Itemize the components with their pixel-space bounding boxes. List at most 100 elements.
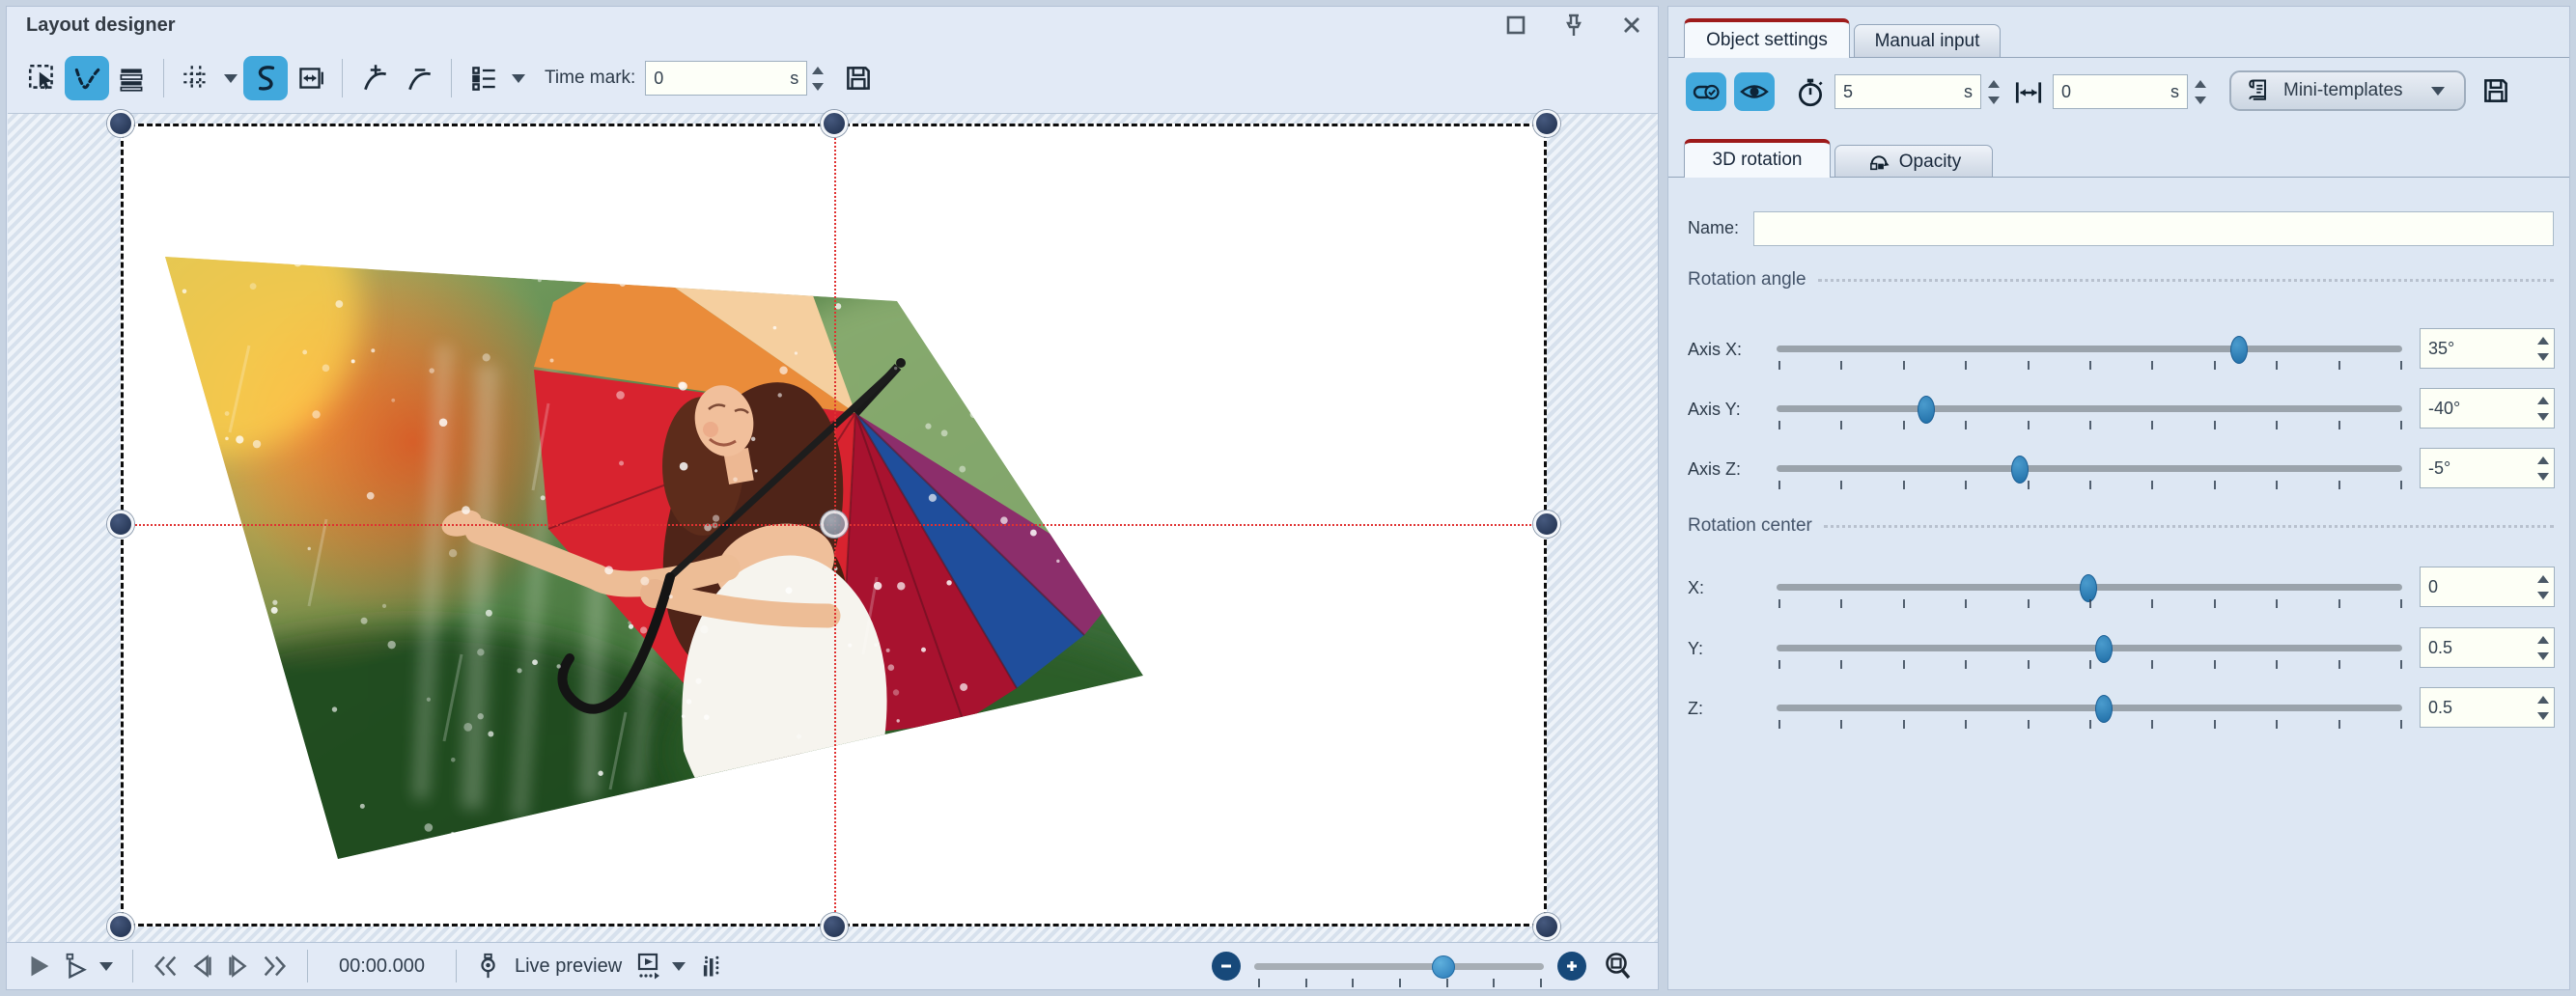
timecode-display: 00:00.000 (339, 955, 425, 978)
handle-top-left[interactable] (107, 110, 134, 137)
next-frame-icon (224, 952, 253, 981)
center-y-thumb[interactable] (2095, 635, 2113, 663)
go-to-start-button[interactable] (147, 948, 183, 984)
layers-button[interactable] (109, 56, 154, 100)
axis-y-spinner[interactable] (2533, 397, 2554, 421)
center-x-thumb[interactable] (2080, 574, 2097, 602)
preview-window-button[interactable] (630, 948, 666, 984)
stats-button[interactable] (691, 948, 728, 984)
visibility-button[interactable] (1734, 72, 1775, 111)
points-list-caret[interactable] (512, 74, 525, 83)
center-x-spinner[interactable] (2533, 575, 2554, 599)
canvas-zoom-slider[interactable] (1254, 963, 1544, 970)
save-layout-button[interactable] (836, 56, 881, 100)
handle-middle-right[interactable] (1533, 511, 1560, 538)
handle-middle-left[interactable] (107, 511, 134, 538)
axis-z-value-box[interactable]: -5° (2420, 448, 2555, 488)
frame-move-button[interactable] (288, 56, 332, 100)
handle-bottom-right[interactable] (1533, 913, 1560, 940)
grid-button[interactable] (174, 56, 218, 100)
axis-y-thumb[interactable] (1918, 396, 1935, 424)
live-preview-pin-button[interactable] (470, 948, 507, 984)
axis-x-thumb[interactable] (2230, 336, 2248, 364)
tab-manual-input[interactable]: Manual input (1854, 24, 2001, 58)
handle-top-right[interactable] (1533, 110, 1560, 137)
zoom-fit-button[interactable] (1600, 948, 1637, 984)
center-y-value-box[interactable]: 0.5 (2420, 627, 2555, 668)
previous-frame-button[interactable] (183, 948, 220, 984)
center-x-slider[interactable] (1777, 584, 2402, 591)
zoom-in-button[interactable] (1557, 952, 1586, 981)
handle-center[interactable] (821, 511, 848, 538)
maximize-button[interactable] (1503, 13, 1528, 38)
mini-templates-label: Mini-templates (2283, 80, 2403, 101)
offset-width-button[interactable] (2010, 74, 2047, 111)
remove-point-button[interactable] (397, 56, 441, 100)
center-z-value-box[interactable]: 0.5 (2420, 687, 2555, 728)
add-point-button[interactable] (352, 56, 397, 100)
axis-z-thumb[interactable] (2011, 456, 2029, 484)
name-input[interactable] (1753, 211, 2554, 246)
save-icon (2479, 74, 2512, 107)
edit-curve-button[interactable] (65, 56, 109, 100)
play-from-marker-button[interactable] (57, 948, 94, 984)
tab-opacity[interactable]: Opacity (1834, 145, 1993, 178)
tab-3d-rotation[interactable]: 3D rotation (1684, 139, 1831, 178)
points-list-button[interactable] (462, 56, 506, 100)
close-button[interactable] (1619, 13, 1644, 38)
tab-3d-rotation-label: 3D rotation (1713, 150, 1803, 171)
center-z-thumb[interactable] (2095, 695, 2113, 723)
axis-z-slider[interactable] (1777, 465, 2402, 472)
rotation-angle-section-header: Rotation angle (1688, 269, 2554, 290)
axis-x-spinner[interactable] (2533, 337, 2554, 361)
handle-bottom-left[interactable] (107, 913, 134, 940)
center-z-spinner[interactable] (2533, 696, 2554, 720)
center-y-spinner[interactable] (2533, 636, 2554, 660)
center-y-ticks (1778, 660, 2400, 670)
axis-x-value-box[interactable]: 35° (2420, 328, 2555, 369)
zoom-out-button[interactable] (1212, 952, 1241, 981)
mini-templates-dropdown[interactable]: Mini-templates (2229, 70, 2466, 111)
center-z-slider[interactable] (1777, 705, 2402, 711)
duration-input[interactable]: 5 s (1834, 74, 1981, 109)
templates-icon (2245, 77, 2272, 104)
offset-input[interactable]: 0 s (2053, 74, 2188, 109)
handle-top-center[interactable] (821, 110, 848, 137)
center-y-slider[interactable] (1777, 645, 2402, 651)
center-x-value-box[interactable]: 0 (2420, 567, 2555, 607)
axis-x-slider[interactable] (1777, 346, 2402, 352)
handle-bottom-center[interactable] (821, 913, 848, 940)
layout-designer-titlebar: Layout designer (7, 7, 1658, 43)
time-mark-spinner[interactable] (807, 67, 828, 91)
axis-x-ticks (1778, 361, 2400, 371)
tab-manual-input-label: Manual input (1875, 31, 1980, 52)
duration-stopwatch-button[interactable] (1792, 74, 1829, 111)
go-to-end-button[interactable] (257, 948, 294, 984)
eye-icon (1739, 76, 1770, 107)
pin-button[interactable] (1561, 13, 1586, 38)
center-z-label: Z: (1688, 699, 1703, 719)
preview-options-caret[interactable] (672, 962, 686, 971)
zoom-controls (1212, 949, 1637, 983)
layout-designer-panel: Layout designer (6, 6, 1659, 990)
axis-y-slider[interactable] (1777, 405, 2402, 412)
grid-options-caret[interactable] (224, 74, 238, 83)
spline-mode-button[interactable] (243, 56, 288, 100)
select-object-button[interactable] (20, 56, 65, 100)
play-from-marker-icon (61, 952, 90, 981)
time-mark-input[interactable]: 0 s (645, 61, 807, 96)
remove-point-icon (403, 62, 435, 95)
tab-object-settings[interactable]: Object settings (1684, 18, 1850, 58)
play-button[interactable] (20, 948, 57, 984)
axis-y-value-box[interactable]: -40° (2420, 388, 2555, 429)
duration-spinner[interactable] (1983, 74, 2004, 109)
play-options-caret[interactable] (99, 962, 113, 971)
next-frame-button[interactable] (220, 948, 257, 984)
previous-frame-icon (187, 952, 216, 981)
zoom-slider-thumb[interactable] (1432, 955, 1455, 979)
axis-z-spinner[interactable] (2533, 456, 2554, 481)
link-parameters-button[interactable] (1686, 72, 1726, 111)
save-template-button[interactable] (2478, 72, 2514, 109)
offset-spinner[interactable] (2190, 74, 2211, 109)
skip-start-icon (151, 952, 180, 981)
